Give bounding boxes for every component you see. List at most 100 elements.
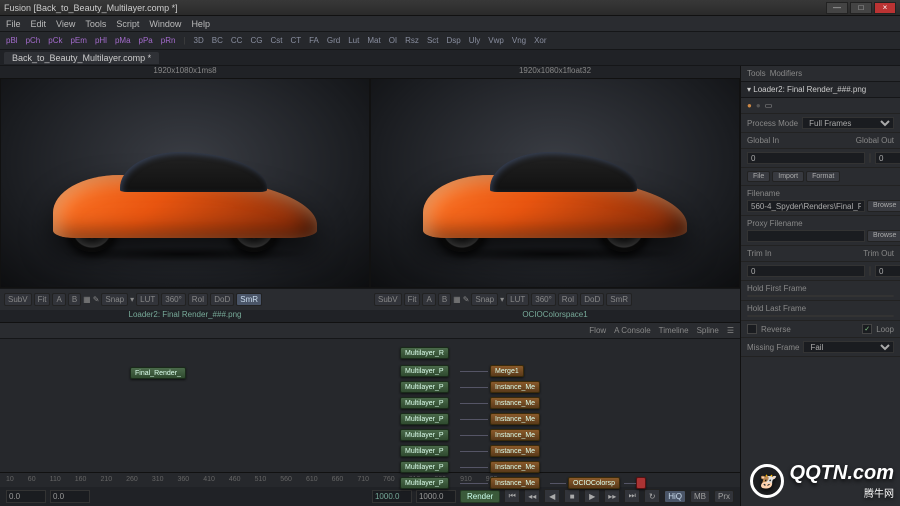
node-multilayer[interactable]: Multilayer_P xyxy=(400,429,449,441)
shelf-tool[interactable]: OI xyxy=(389,36,397,45)
view-dot-icon[interactable]: ● xyxy=(747,101,752,110)
global-out-input[interactable] xyxy=(875,152,900,164)
node-merge[interactable]: Instance_Me xyxy=(490,381,540,393)
play-back-button[interactable]: ◀ xyxy=(544,489,560,503)
node-multilayer[interactable]: Multilayer_P xyxy=(400,413,449,425)
chevron-down-icon[interactable]: ▾ xyxy=(500,295,504,304)
prx-button[interactable]: Prx xyxy=(714,490,734,503)
menu-view[interactable]: View xyxy=(56,19,75,29)
go-start-button[interactable]: ⏮ xyxy=(504,489,520,503)
lut-button[interactable]: LUT xyxy=(506,293,529,306)
snap-button[interactable]: Snap xyxy=(101,293,128,306)
tool-icon[interactable]: ▦ xyxy=(83,295,91,304)
trim-out-input[interactable] xyxy=(875,265,900,277)
chevron-down-icon[interactable]: ▾ xyxy=(130,295,134,304)
hold-last-slider[interactable] xyxy=(747,315,894,317)
panel-menu-icon[interactable]: ☰ xyxy=(727,326,734,335)
viewer-left[interactable] xyxy=(0,78,370,288)
node-merge[interactable]: Instance_Me xyxy=(490,461,540,473)
tool-icon[interactable]: ✎ xyxy=(463,295,470,304)
tab-console[interactable]: A Console xyxy=(614,326,650,335)
play-button[interactable]: ▶ xyxy=(584,489,600,503)
range-prev-input[interactable] xyxy=(50,490,90,503)
shelf-group[interactable]: pPa xyxy=(139,36,153,45)
proxy-input[interactable] xyxy=(747,230,865,242)
timeline-ruler[interactable]: 10 60 110 160 210 260 310 360 410 460 51… xyxy=(0,473,740,487)
step-back-button[interactable]: ◂◂ xyxy=(524,489,540,503)
node-merge[interactable]: Instance_Me xyxy=(490,429,540,441)
lut-button[interactable]: LUT xyxy=(136,293,159,306)
browse-button[interactable]: Browse xyxy=(867,200,900,212)
channel-b-button[interactable]: B xyxy=(438,293,451,306)
close-button[interactable]: × xyxy=(874,2,896,14)
subview-button[interactable]: SubV xyxy=(4,293,32,306)
global-range-slider[interactable] xyxy=(869,153,871,163)
node-multilayer[interactable]: Multilayer_P xyxy=(400,445,449,457)
node-output[interactable] xyxy=(636,477,646,489)
menu-tools[interactable]: Tools xyxy=(85,19,106,29)
menu-window[interactable]: Window xyxy=(149,19,181,29)
shelf-tool[interactable]: Cst xyxy=(270,36,282,45)
subtab-format[interactable]: Format xyxy=(806,171,840,182)
step-fwd-button[interactable]: ▸▸ xyxy=(604,489,620,503)
smr-button[interactable]: SmR xyxy=(606,293,632,306)
fit-button[interactable]: Fit xyxy=(404,293,421,306)
shelf-group[interactable]: pEm xyxy=(70,36,86,45)
view-dot-icon[interactable]: ● xyxy=(756,101,761,110)
tab-spline[interactable]: Spline xyxy=(697,326,719,335)
menu-edit[interactable]: Edit xyxy=(31,19,47,29)
shelf-group[interactable]: pCh xyxy=(26,36,41,45)
shelf-tool[interactable]: Sct xyxy=(427,36,439,45)
shelf-tool[interactable]: Xor xyxy=(534,36,546,45)
tab-timeline[interactable]: Timeline xyxy=(659,326,689,335)
hold-first-slider[interactable] xyxy=(747,295,894,297)
dod-button[interactable]: DoD xyxy=(210,293,234,306)
subtab-import[interactable]: Import xyxy=(772,171,804,182)
shelf-tool[interactable]: CC xyxy=(231,36,243,45)
roi-button[interactable]: RoI xyxy=(188,293,208,306)
node-multilayer[interactable]: Multilayer_P xyxy=(400,365,449,377)
proxy-browse-button[interactable]: Browse xyxy=(867,230,900,242)
range-start-input[interactable] xyxy=(6,490,46,503)
tool-icon[interactable]: ▦ xyxy=(453,295,461,304)
mb-button[interactable]: MB xyxy=(690,490,710,503)
rot-button[interactable]: 360° xyxy=(161,293,186,306)
node-top[interactable]: Multilayer_R xyxy=(400,347,449,359)
tab-tools[interactable]: Tools xyxy=(747,69,766,78)
comp-tab[interactable]: Back_to_Beauty_Multilayer.comp * xyxy=(4,52,159,64)
tool-icon[interactable]: ✎ xyxy=(93,295,100,304)
tab-flow[interactable]: Flow xyxy=(589,326,606,335)
shelf-tool[interactable]: 3D xyxy=(194,36,204,45)
shelf-tool[interactable]: Mat xyxy=(367,36,380,45)
tab-modifiers[interactable]: Modifiers xyxy=(770,69,802,78)
maximize-button[interactable]: □ xyxy=(850,2,872,14)
node-loader[interactable]: Final_Render_ xyxy=(130,367,186,379)
channel-a-button[interactable]: A xyxy=(422,293,435,306)
node-multilayer[interactable]: Multilayer_P xyxy=(400,381,449,393)
viewer-right[interactable] xyxy=(370,78,740,288)
loop-checkbox[interactable]: ✓ xyxy=(862,324,872,334)
range-cur-input[interactable] xyxy=(372,490,412,503)
shelf-tool[interactable]: Dsp xyxy=(447,36,461,45)
stop-button[interactable]: ■ xyxy=(564,489,580,503)
go-end-button[interactable]: ⏭ xyxy=(624,489,640,503)
range-end-input[interactable] xyxy=(416,490,456,503)
lock-icon[interactable]: ▭ xyxy=(765,101,773,110)
channel-a-button[interactable]: A xyxy=(52,293,65,306)
rot-button[interactable]: 360° xyxy=(531,293,556,306)
menu-help[interactable]: Help xyxy=(191,19,210,29)
subview-button[interactable]: SubV xyxy=(374,293,402,306)
node-ocio[interactable]: OCIOColorsp xyxy=(568,477,620,489)
missing-select[interactable]: Fail xyxy=(803,341,894,353)
shelf-group[interactable]: pBl xyxy=(6,36,18,45)
menu-file[interactable]: File xyxy=(6,19,21,29)
shelf-tool[interactable]: CT xyxy=(290,36,301,45)
node-merge[interactable]: Instance_Me xyxy=(490,445,540,457)
node-merge[interactable]: Instance_Me xyxy=(490,413,540,425)
node-multilayer[interactable]: Multilayer_P xyxy=(400,397,449,409)
reverse-checkbox[interactable] xyxy=(747,324,757,334)
menu-script[interactable]: Script xyxy=(116,19,139,29)
node-multilayer[interactable]: Multilayer_P xyxy=(400,461,449,473)
fit-button[interactable]: Fit xyxy=(34,293,51,306)
shelf-tool[interactable]: BC xyxy=(212,36,223,45)
